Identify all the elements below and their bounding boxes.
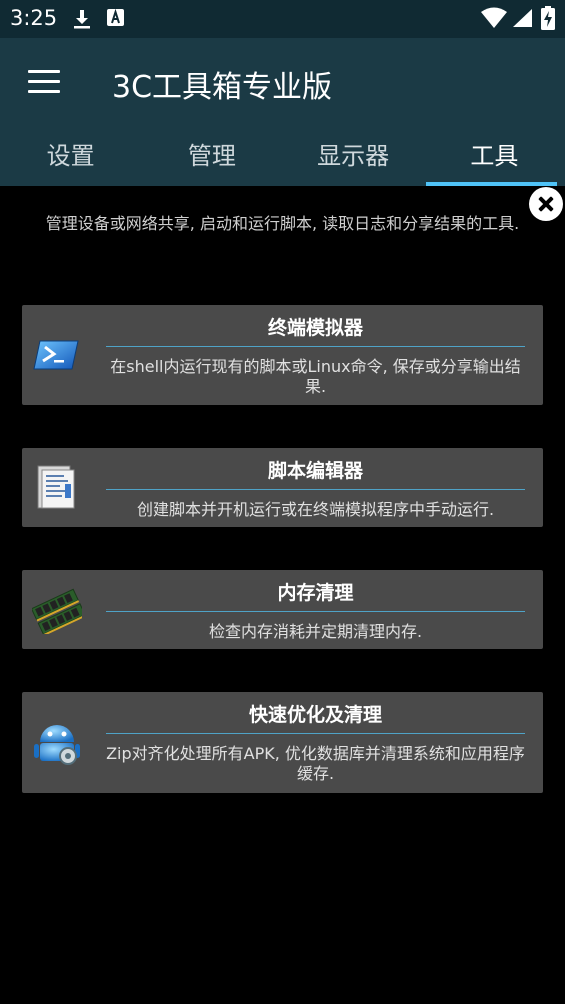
tool-card-script-editor[interactable]: 脚本编辑器 创建脚本并开机运行或在终端模拟程序中手动运行. xyxy=(22,448,543,527)
status-time: 3:25 xyxy=(10,6,58,30)
divider xyxy=(106,611,525,612)
tool-title: 快速优化及清理 xyxy=(248,704,382,726)
tab-bar: 设置 管理 显示器 工具 xyxy=(0,126,565,186)
tab-display[interactable]: 显示器 xyxy=(283,126,424,186)
tool-title: 终端模拟器 xyxy=(267,317,363,339)
tool-title: 脚本编辑器 xyxy=(267,460,363,482)
divider xyxy=(106,489,525,490)
accessibility-icon xyxy=(107,8,124,26)
divider xyxy=(106,346,525,347)
app-bar: 3C工具箱专业版 xyxy=(0,38,565,126)
hamburger-menu-icon[interactable] xyxy=(28,70,60,94)
tab-manage[interactable]: 管理 xyxy=(141,126,282,186)
divider xyxy=(106,733,525,734)
tool-description: 创建脚本并开机运行或在终端模拟程序中手动运行. xyxy=(136,500,495,519)
tab-tools[interactable]: 工具 xyxy=(424,126,565,186)
tool-description: Zip对齐化处理所有APK, 优化数据库并清理系统和应用程序缓存. xyxy=(106,744,525,783)
cell-signal-icon xyxy=(513,9,532,27)
tool-card-memory-cleaner[interactable]: 内存清理 检查内存消耗并定期清理内存. xyxy=(22,570,543,649)
tool-card-terminal[interactable]: 终端模拟器 在shell内运行现有的脚本或Linux命令, 保存或分享输出结果. xyxy=(22,305,543,405)
status-bar: 3:25 xyxy=(0,0,565,38)
terminal-icon xyxy=(33,340,79,370)
download-icon xyxy=(74,10,90,29)
tool-title: 内存清理 xyxy=(277,582,354,604)
script-editor-icon xyxy=(37,465,75,509)
tool-description: 检查内存消耗并定期清理内存. xyxy=(208,622,423,641)
page-description: 管理设备或网络共享, 启动和运行脚本, 读取日志和分享结果的工具. xyxy=(45,214,520,233)
app-title: 3C工具箱专业版 xyxy=(112,70,333,105)
memory-ram-icon xyxy=(32,588,82,634)
android-optimize-icon xyxy=(34,725,80,765)
battery-charging-icon xyxy=(541,6,555,30)
close-icon[interactable] xyxy=(529,187,563,221)
wifi-icon xyxy=(481,7,507,28)
tool-description: 在shell内运行现有的脚本或Linux命令, 保存或分享输出结果. xyxy=(110,357,521,396)
tab-settings[interactable]: 设置 xyxy=(0,126,141,186)
tool-card-optimize-clean[interactable]: 快速优化及清理 Zip对齐化处理所有APK, 优化数据库并清理系统和应用程序缓存… xyxy=(22,692,543,793)
